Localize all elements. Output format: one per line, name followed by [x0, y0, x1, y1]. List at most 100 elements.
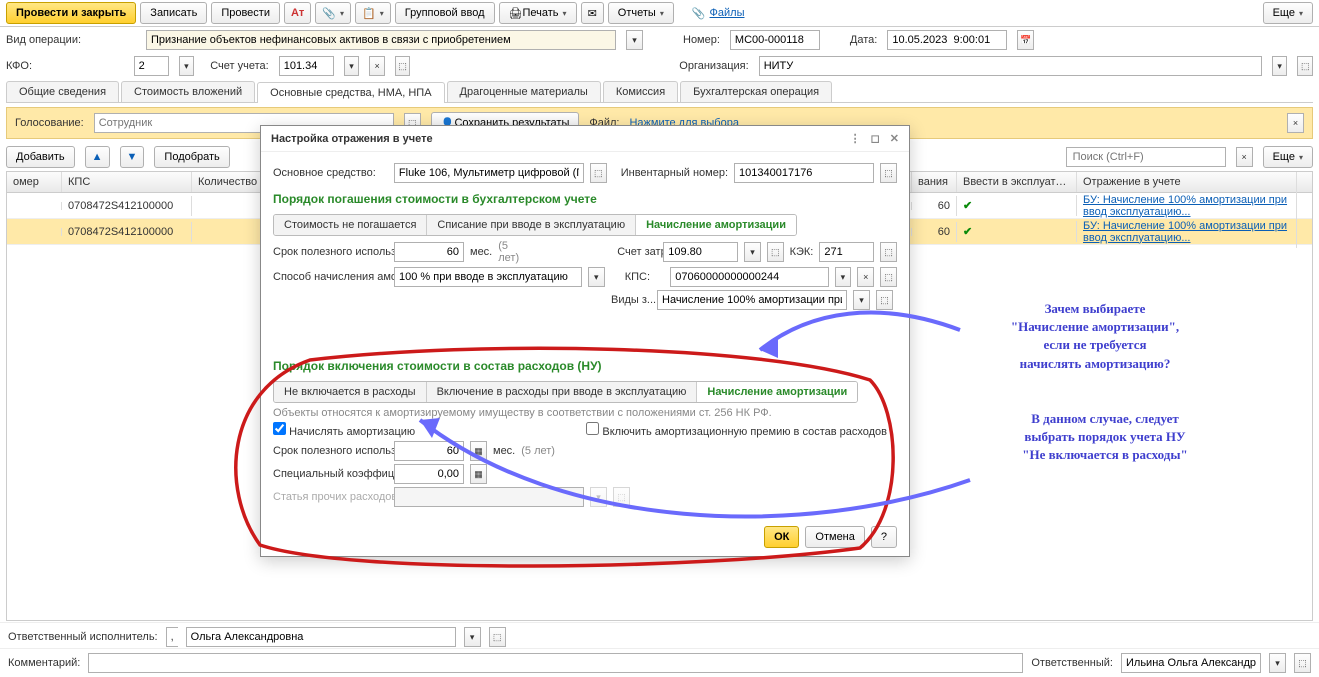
tab-cost[interactable]: Стоимость вложений — [121, 81, 255, 102]
tab-nu-notincl[interactable]: Не включается в расходы — [274, 382, 427, 402]
coef-input[interactable] — [394, 464, 464, 484]
account-dropdown[interactable]: ▾ — [344, 56, 360, 76]
reflect-link[interactable]: БУ: Начисление 100% амортизации при ввод… — [1083, 194, 1287, 218]
srok-label: Срок полезного использования: — [273, 246, 388, 258]
tab-amortization[interactable]: Начисление амортизации — [636, 215, 796, 235]
owner-input[interactable] — [1121, 653, 1261, 673]
check-icon[interactable]: ✔ — [957, 195, 1077, 216]
tab-general[interactable]: Общие сведения — [6, 81, 119, 102]
os-input[interactable] — [394, 163, 584, 183]
vid-dropdown[interactable]: ▾ — [853, 290, 870, 310]
account-open[interactable]: ⬚ — [395, 56, 411, 76]
more-button[interactable]: Еще — [1263, 2, 1313, 24]
dt-kt-icon[interactable]: Aт — [284, 2, 311, 24]
inv-input[interactable] — [734, 163, 874, 183]
srok2-picker[interactable]: ▦ — [470, 441, 487, 461]
group-input-button[interactable]: Групповой ввод — [395, 2, 495, 24]
inv-label: Инвентарный номер: — [621, 167, 728, 179]
print-button[interactable]: 🖨 Печать — [499, 2, 577, 24]
save-button[interactable]: Записать — [140, 2, 207, 24]
search-clear[interactable]: × — [1236, 147, 1253, 167]
resp-dropdown[interactable]: ▾ — [464, 627, 481, 647]
owner-dropdown[interactable]: ▾ — [1269, 653, 1286, 673]
srok2-input[interactable] — [394, 441, 464, 461]
stat-label: Статья прочих расходов: — [273, 491, 388, 503]
number-input[interactable] — [730, 30, 820, 50]
tab-accounting-op[interactable]: Бухгалтерская операция — [680, 81, 832, 102]
cost-acc-input[interactable] — [663, 242, 738, 262]
vid-input[interactable] — [657, 290, 847, 310]
col-number[interactable]: омер — [7, 172, 62, 192]
tab-assets[interactable]: Основные средства, НМА, НПА — [257, 82, 444, 103]
vid-open[interactable]: ⬚ — [876, 290, 893, 310]
post-close-button[interactable]: Провести и закрыть — [6, 2, 136, 24]
kps-clear[interactable]: × — [857, 267, 874, 287]
kek-input[interactable] — [819, 242, 874, 262]
col-commission[interactable]: Ввести в эксплуатацию — [957, 172, 1077, 192]
coef-picker[interactable]: ▦ — [470, 464, 487, 484]
resp-open[interactable]: ⬚ — [489, 627, 506, 647]
cancel-button[interactable]: Отмена — [805, 526, 864, 548]
files-link[interactable]: Файлы — [710, 7, 745, 19]
owner-open[interactable]: ⬚ — [1294, 653, 1311, 673]
org-input[interactable] — [759, 56, 1262, 76]
search-input[interactable] — [1066, 147, 1226, 167]
vote-clear[interactable]: × — [1287, 113, 1304, 133]
kps-dropdown[interactable]: ▾ — [835, 267, 852, 287]
chk-premium[interactable]: Включить амортизационную премию в состав… — [586, 422, 887, 438]
tab-writeoff[interactable]: Списание при вводе в эксплуатацию — [427, 215, 636, 235]
account-clear[interactable]: × — [369, 56, 385, 76]
comment-input[interactable] — [88, 653, 1023, 673]
move-up-button[interactable]: ▲ — [85, 146, 110, 168]
printer-icon: 🖨 — [509, 7, 523, 20]
org-dropdown[interactable]: ▾ — [1272, 56, 1288, 76]
dialog-close-icon[interactable]: ✕ — [890, 132, 899, 145]
add-button[interactable]: Добавить — [6, 146, 75, 168]
cost-acc-dropdown[interactable]: ▾ — [744, 242, 761, 262]
ok-button[interactable]: ОК — [764, 526, 799, 548]
dialog-maximize-icon[interactable]: ◻ — [871, 132, 880, 145]
tabs-nu: Не включается в расходы Включение в расх… — [273, 381, 858, 403]
date-picker-icon[interactable]: 📅 — [1017, 30, 1034, 50]
method-dropdown[interactable]: ▾ — [588, 267, 605, 287]
grid-more-button[interactable]: Еще — [1263, 146, 1313, 168]
op-type-dropdown[interactable]: ▾ — [626, 30, 643, 50]
kfo-dropdown[interactable]: ▾ — [179, 56, 195, 76]
tab-nu-amort[interactable]: Начисление амортизации — [697, 382, 857, 402]
account-input[interactable] — [279, 56, 334, 76]
dialog-menu-icon[interactable]: ⋮ — [850, 132, 861, 145]
op-type-label: Вид операции: — [6, 34, 136, 46]
org-open[interactable]: ⬚ — [1297, 56, 1313, 76]
attach-icon[interactable]: 📎 — [315, 2, 351, 24]
tab-precious[interactable]: Драгоценные материалы — [447, 81, 601, 102]
section1-head: Порядок погашения стоимости в бухгалтерс… — [273, 186, 897, 210]
reports-button[interactable]: Отчеты — [608, 2, 674, 24]
kfo-input[interactable] — [134, 56, 169, 76]
col-vania[interactable]: вания — [912, 172, 957, 192]
tab-no-deprec[interactable]: Стоимость не погашается — [274, 215, 427, 235]
mail-icon[interactable]: ✉ — [581, 2, 604, 24]
tab-nu-onexpl[interactable]: Включение в расходы при вводе в эксплуат… — [427, 382, 698, 402]
tab-commission[interactable]: Комиссия — [603, 81, 678, 102]
chk-amort[interactable]: Начислять амортизацию — [273, 422, 415, 438]
op-type-input[interactable] — [146, 30, 616, 50]
cost-acc-label: Счет затрат: — [617, 246, 657, 258]
cost-acc-open[interactable]: ⬚ — [767, 242, 784, 262]
col-kps[interactable]: КПС — [62, 172, 192, 192]
srok-input[interactable] — [394, 242, 464, 262]
help-button[interactable]: ? — [871, 526, 897, 548]
resp-input[interactable] — [186, 627, 456, 647]
check-icon[interactable]: ✔ — [957, 221, 1077, 242]
kek-open[interactable]: ⬚ — [880, 242, 897, 262]
date-input[interactable] — [887, 30, 1007, 50]
os-open[interactable]: ⬚ — [590, 163, 607, 183]
kps-input[interactable] — [670, 267, 828, 287]
inv-open[interactable]: ⬚ — [880, 163, 897, 183]
copy-icon[interactable]: 📋 — [355, 2, 391, 24]
post-button[interactable]: Провести — [211, 2, 280, 24]
kps-open[interactable]: ⬚ — [880, 267, 897, 287]
move-down-button[interactable]: ▼ — [120, 146, 145, 168]
reflect-link[interactable]: БУ: Начисление 100% амортизации при ввод… — [1083, 220, 1287, 244]
pick-button[interactable]: Подобрать — [154, 146, 229, 168]
method-input[interactable] — [394, 267, 582, 287]
